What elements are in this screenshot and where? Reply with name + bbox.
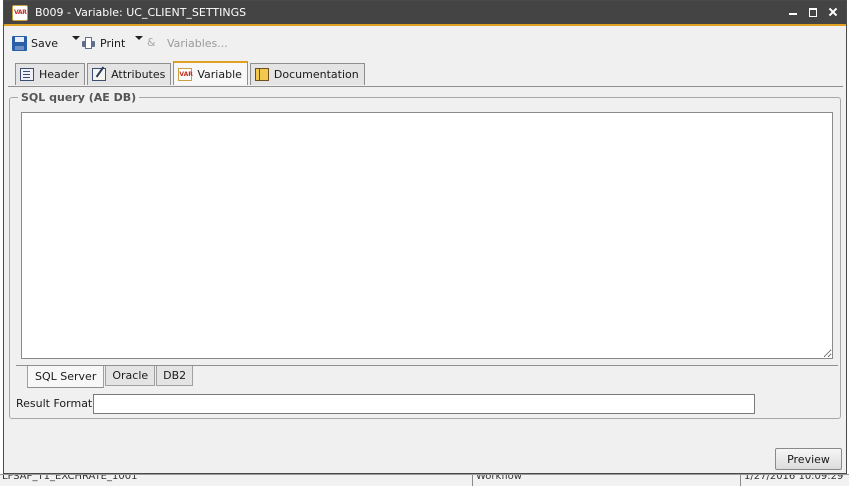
attributes-icon: [92, 68, 107, 81]
variables-icon: &: [147, 36, 156, 49]
variables-button[interactable]: & Variables...: [147, 36, 228, 51]
printer-icon: [81, 36, 96, 51]
background-column-divider: [472, 475, 473, 486]
variable-editor-window: VAR B009 - Variable: UC_CLIENT_SETTINGS …: [3, 0, 847, 474]
tab-sql-server[interactable]: SQL Server: [27, 366, 105, 388]
close-icon[interactable]: [828, 6, 838, 18]
preview-button[interactable]: Preview: [775, 448, 842, 470]
save-button[interactable]: Save: [12, 36, 58, 51]
window-controls: [788, 6, 838, 18]
header-icon: [20, 68, 34, 81]
tab-oracle[interactable]: Oracle: [105, 366, 156, 386]
background-column-divider: [740, 475, 741, 486]
result-format-label: Result Format:: [16, 397, 96, 410]
tab-documentation-label: Documentation: [273, 68, 359, 81]
chevron-down-icon: [135, 36, 143, 40]
chevron-down-icon: [72, 36, 80, 40]
title-bar[interactable]: VAR B009 - Variable: UC_CLIENT_SETTINGS: [4, 1, 846, 26]
variable-icon: VAR: [12, 5, 28, 21]
editor-tabs: Header Attributes VAR Variable Documenta…: [15, 61, 367, 86]
variable-icon: VAR: [178, 67, 193, 81]
background-row-name: LFSAP_T1_EXCHRATE_1001: [2, 474, 138, 482]
minimize-icon[interactable]: [788, 6, 798, 18]
sql-query-legend: SQL query (AE DB): [18, 91, 140, 104]
variables-label: Variables...: [167, 37, 228, 50]
background-table-row: LFSAP_T1_EXCHRATE_1001 Workflow 1/27/201…: [0, 474, 849, 486]
tab-db2[interactable]: DB2: [156, 366, 194, 386]
tab-header[interactable]: Header: [15, 63, 86, 85]
maximize-icon[interactable]: [808, 6, 818, 18]
save-label: Save: [31, 37, 59, 50]
print-dropdown-button[interactable]: [128, 36, 143, 40]
print-button[interactable]: Print: [81, 36, 125, 51]
sql-query-editor[interactable]: [21, 112, 833, 359]
database-tabs: SQL Server Oracle DB2: [27, 366, 194, 388]
tab-variable-label: Variable: [197, 67, 242, 81]
background-row-date: 1/27/2016 10:09:29: [744, 474, 844, 482]
background-row-type: Workflow: [476, 474, 522, 482]
save-dropdown-button[interactable]: [65, 36, 80, 40]
tab-documentation[interactable]: Documentation: [249, 63, 365, 85]
tab-attributes-label: Attributes: [111, 68, 166, 81]
documentation-icon: [254, 68, 269, 81]
window-title: B009 - Variable: UC_CLIENT_SETTINGS: [35, 6, 247, 19]
toolbar: Save Print & Variables...: [4, 28, 846, 58]
tab-header-label: Header: [39, 68, 80, 81]
tab-variable[interactable]: VAR Variable: [173, 61, 248, 85]
tab-attributes[interactable]: Attributes: [87, 63, 172, 85]
result-format-field[interactable]: [93, 394, 755, 414]
print-label: Print: [100, 37, 126, 50]
save-icon: [12, 36, 27, 51]
